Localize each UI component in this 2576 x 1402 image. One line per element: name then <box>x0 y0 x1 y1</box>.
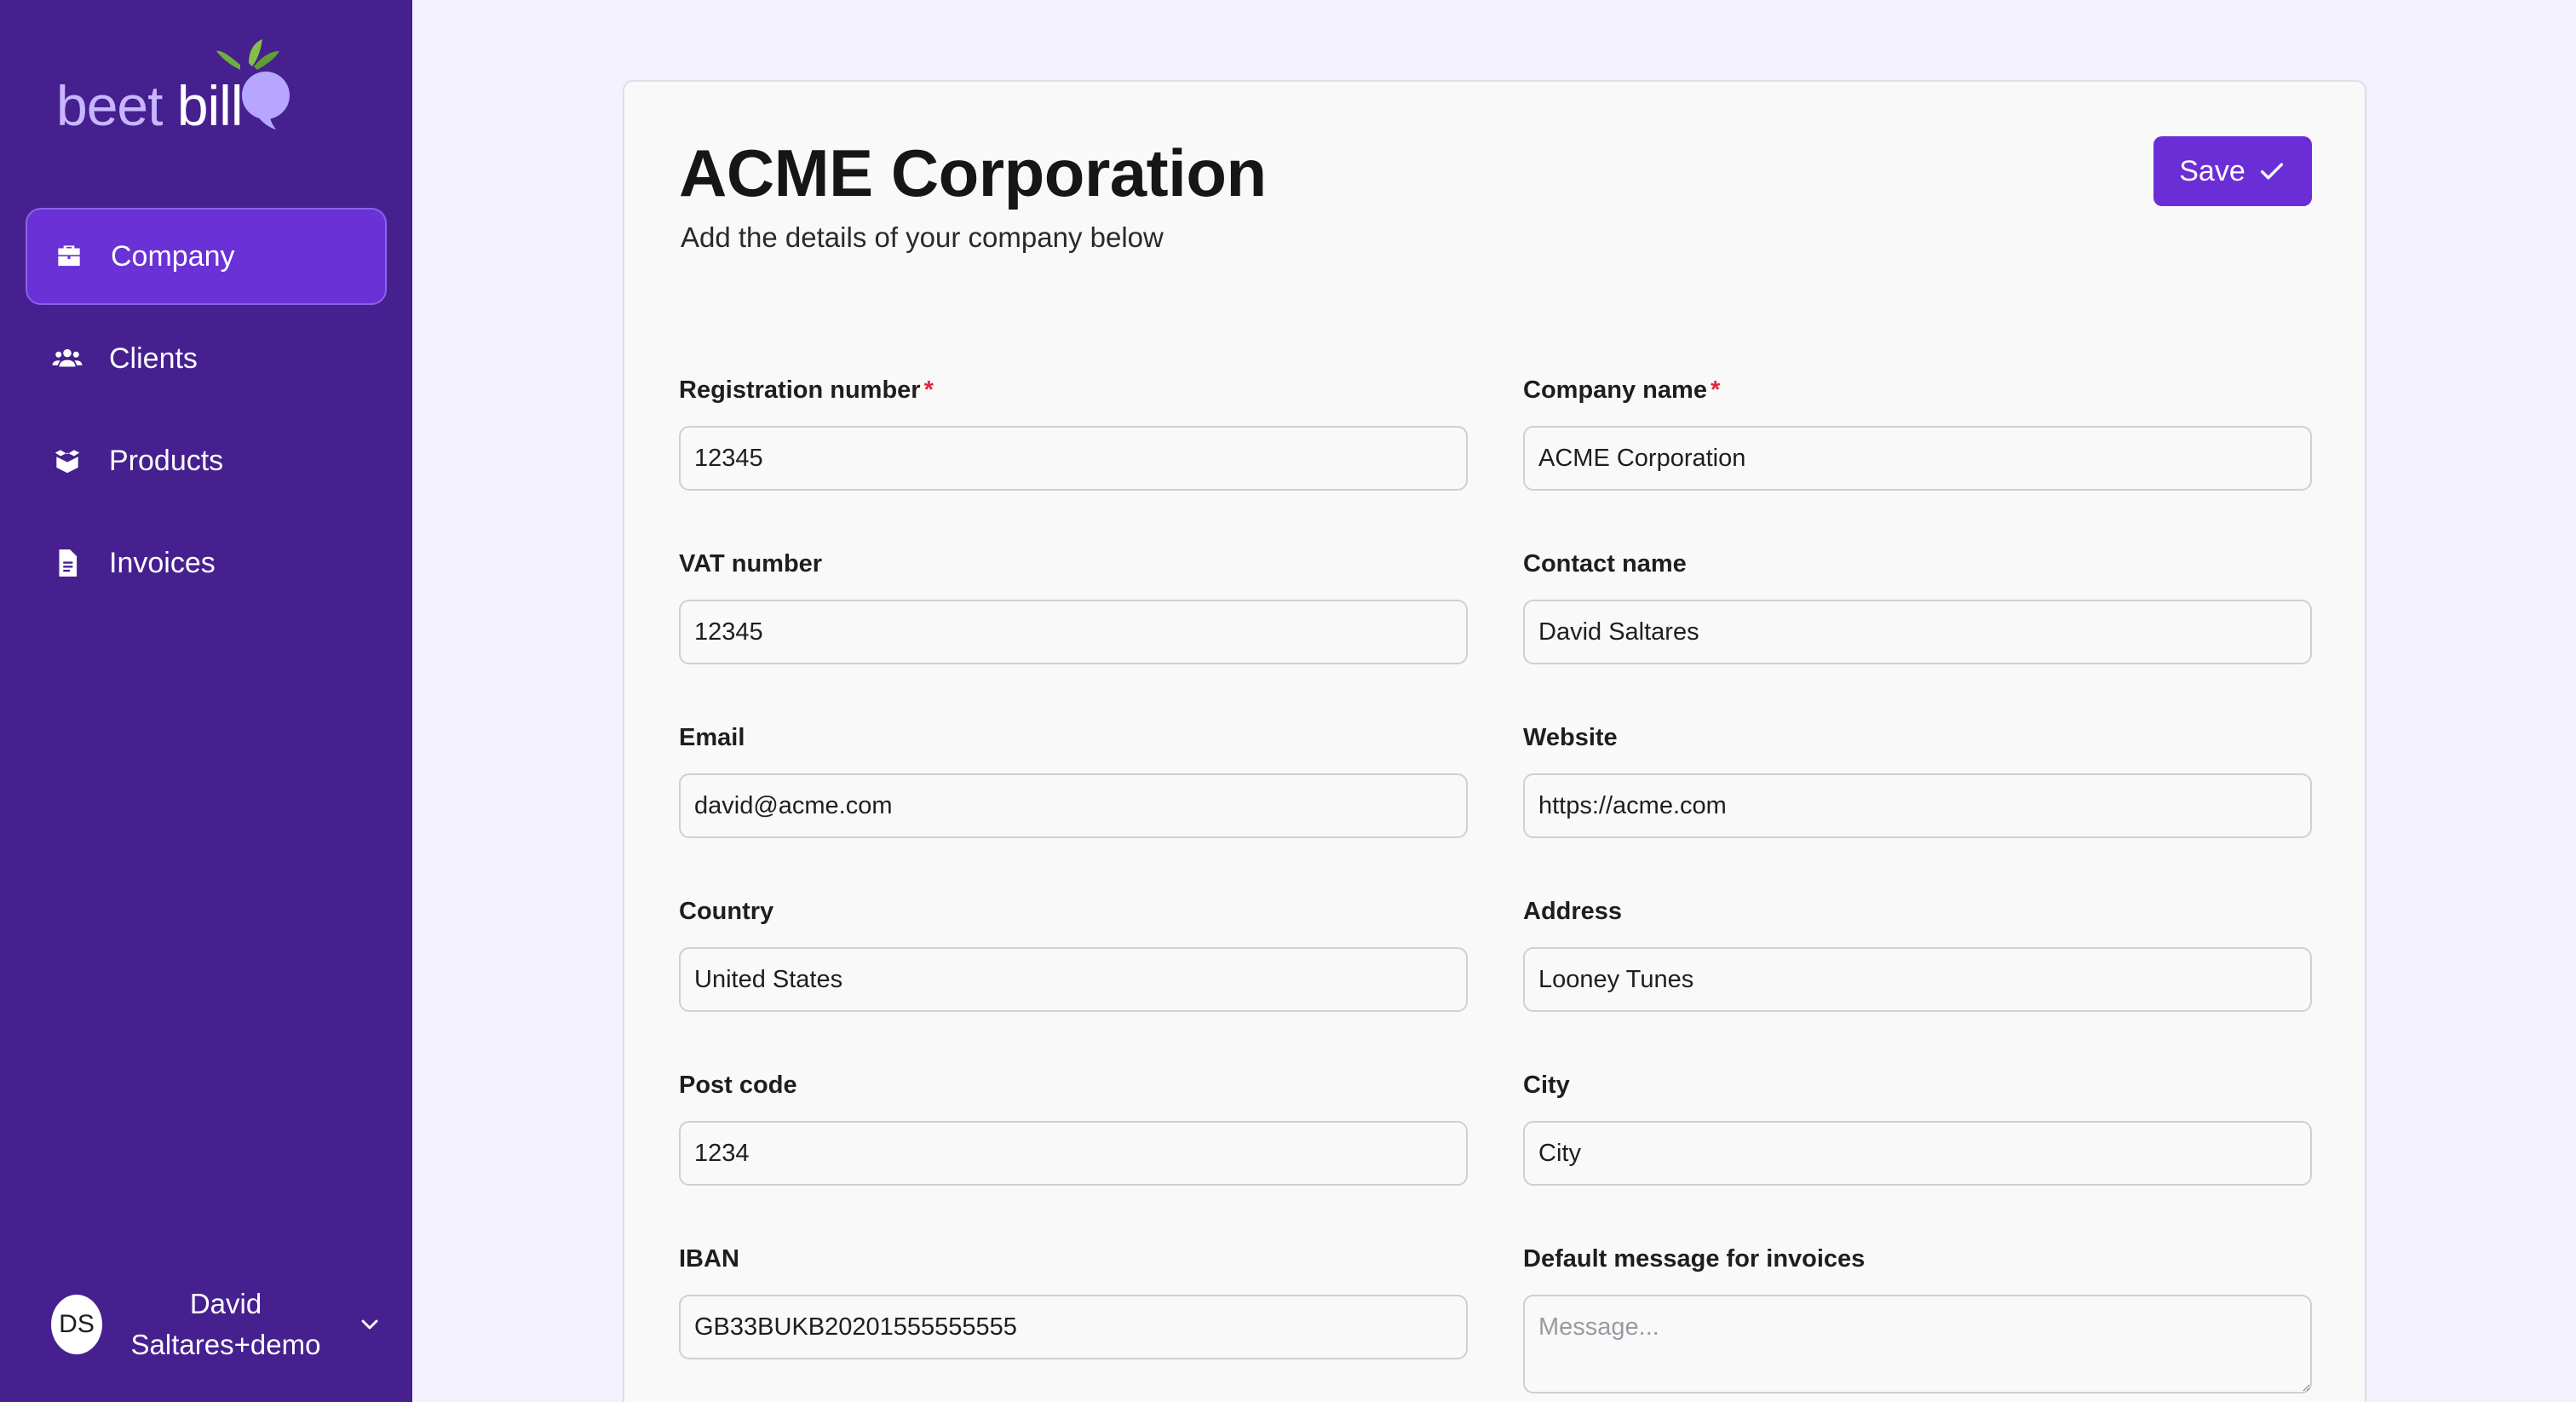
sidebar-item-label: Invoices <box>109 546 216 579</box>
contact-name-label: Contact name <box>1523 550 1687 577</box>
vat-number-input[interactable] <box>679 600 1468 664</box>
page-subtitle: Add the details of your company below <box>681 221 1164 253</box>
email-field[interactable] <box>679 773 1468 838</box>
app: beet bill Company Clients Products Invoi… <box>0 0 2576 1402</box>
chevron-down-icon[interactable] <box>356 1311 383 1338</box>
required-marker: * <box>1710 376 1721 404</box>
default-message-label: Default message for invoices <box>1523 1245 1866 1273</box>
iban-label: IBAN <box>679 1245 739 1273</box>
sidebar-item-label: Clients <box>109 342 198 375</box>
default-message-textarea[interactable] <box>1523 1295 2312 1393</box>
registration-number-label-text: Registration number <box>679 376 921 404</box>
sidebar-nav: Company Clients Products Invoices <box>26 208 387 617</box>
website-input[interactable] <box>1523 773 2312 838</box>
page-title: ACME Corporation <box>679 135 1267 210</box>
default-message-field-group: Default message for invoices <box>1523 1245 2312 1393</box>
website-field-group: Website <box>1523 724 2312 838</box>
registration-number-input[interactable] <box>679 426 1468 491</box>
user-menu[interactable]: DS David Saltares+demo <box>51 1278 392 1371</box>
post-code-field-group: Post code <box>679 1072 1468 1186</box>
registration-number-label: Registration number * <box>679 376 1468 411</box>
brand-part-1: beet <box>56 74 163 137</box>
vat-number-field-group: VAT number <box>679 550 1468 664</box>
post-code-input[interactable] <box>679 1121 1468 1186</box>
beet-logo-icon <box>216 39 290 129</box>
check-icon <box>2260 163 2283 180</box>
company-name-label: Company name * <box>1523 376 2312 411</box>
sidebar-item-label: Company <box>111 239 235 273</box>
sidebar-item-clients[interactable]: Clients <box>26 310 387 407</box>
users-icon <box>51 342 83 375</box>
company-form-card: ACME Corporation Add the details of your… <box>623 80 2366 1402</box>
website-label: Website <box>1523 724 1618 751</box>
city-field-group: City <box>1523 1072 2312 1186</box>
post-code-label: Post code <box>679 1072 797 1099</box>
user-name: David Saltares+demo <box>130 1288 321 1360</box>
country-input[interactable] <box>679 947 1468 1012</box>
sidebar: beet bill Company Clients Products Invoi… <box>0 0 412 1402</box>
iban-field-group: IBAN <box>679 1245 1468 1359</box>
email-field-group: Email <box>679 724 1468 838</box>
country-label: Country <box>679 898 774 925</box>
sidebar-item-products[interactable]: Products <box>26 412 387 509</box>
save-button[interactable]: Save <box>2153 136 2312 206</box>
avatar: DS <box>51 1295 102 1354</box>
city-input[interactable] <box>1523 1121 2312 1186</box>
vat-number-label: VAT number <box>679 550 823 577</box>
document-icon <box>51 547 83 579</box>
sidebar-item-label: Products <box>109 444 224 477</box>
address-field-group: Address <box>1523 898 2312 1012</box>
sidebar-item-company[interactable]: Company <box>26 208 387 305</box>
brand-logo[interactable]: beet bill <box>56 39 312 141</box>
email-label: Email <box>679 724 745 751</box>
address-label: Address <box>1523 898 1623 925</box>
country-field-group: Country <box>679 898 1468 1012</box>
contact-name-field-group: Contact name <box>1523 550 2312 664</box>
contact-name-input[interactable] <box>1523 600 2312 664</box>
company-name-input[interactable] <box>1523 426 2312 491</box>
save-button-label: Save <box>2179 154 2245 187</box>
briefcase-icon <box>53 240 85 273</box>
city-label: City <box>1523 1072 1570 1099</box>
registration-number-field-group: Registration number * <box>679 376 1468 491</box>
iban-input[interactable] <box>679 1295 1468 1359</box>
company-name-label-text: Company name <box>1523 376 1707 404</box>
address-input[interactable] <box>1523 947 2312 1012</box>
required-marker: * <box>923 376 934 404</box>
box-icon <box>51 445 83 477</box>
sidebar-item-invoices[interactable]: Invoices <box>26 514 387 612</box>
company-name-field-group: Company name * <box>1523 376 2312 491</box>
